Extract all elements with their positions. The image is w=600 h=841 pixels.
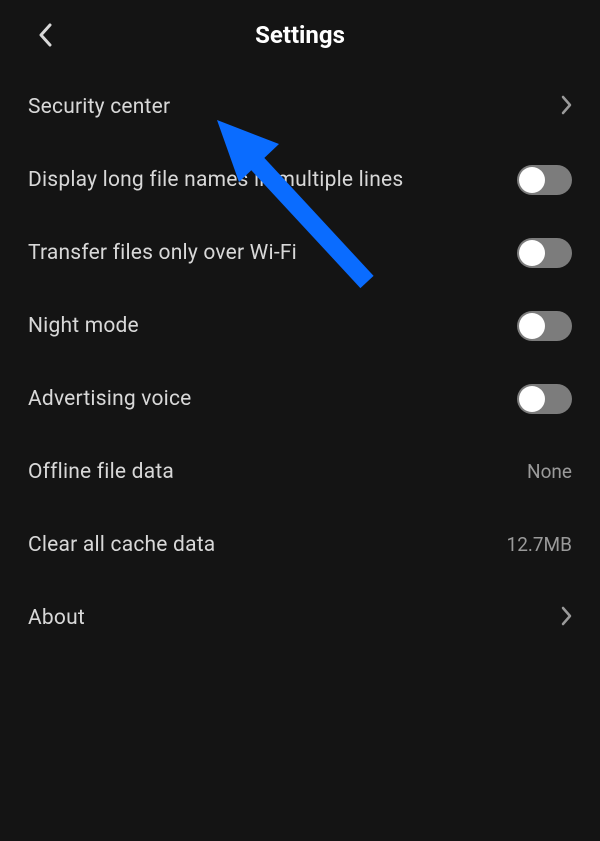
- toggle-display-long[interactable]: [517, 165, 572, 195]
- chevron-right-icon: [561, 606, 572, 630]
- settings-list: Security center Display long file names …: [0, 70, 600, 654]
- row-label: Transfer files only over Wi-Fi: [28, 241, 297, 265]
- back-button[interactable]: [30, 20, 60, 50]
- toggle-knob: [519, 386, 545, 412]
- row-value: 12.7MB: [507, 533, 572, 556]
- header: Settings: [0, 0, 600, 70]
- row-label: Display long file names in multiple line…: [28, 168, 403, 192]
- row-label: Night mode: [28, 314, 139, 338]
- row-value: None: [527, 460, 572, 483]
- row-label: About: [28, 606, 85, 630]
- toggle-wifi-only[interactable]: [517, 238, 572, 268]
- row-label: Offline file data: [28, 460, 174, 484]
- row-label: Advertising voice: [28, 387, 192, 411]
- toggle-knob: [519, 167, 545, 193]
- toggle-night-mode[interactable]: [517, 311, 572, 341]
- row-label: Clear all cache data: [28, 533, 215, 557]
- row-advertising-voice[interactable]: Advertising voice: [28, 362, 572, 435]
- row-display-long-file-names[interactable]: Display long file names in multiple line…: [28, 143, 572, 216]
- row-label: Security center: [28, 95, 170, 119]
- row-clear-cache[interactable]: Clear all cache data 12.7MB: [28, 508, 572, 581]
- toggle-advertising-voice[interactable]: [517, 384, 572, 414]
- row-about[interactable]: About: [28, 581, 572, 654]
- row-offline-file-data[interactable]: Offline file data None: [28, 435, 572, 508]
- back-icon: [38, 23, 52, 47]
- page-title: Settings: [255, 21, 345, 49]
- row-night-mode[interactable]: Night mode: [28, 289, 572, 362]
- toggle-knob: [519, 240, 545, 266]
- row-transfer-wifi[interactable]: Transfer files only over Wi-Fi: [28, 216, 572, 289]
- row-security-center[interactable]: Security center: [28, 70, 572, 143]
- toggle-knob: [519, 313, 545, 339]
- chevron-right-icon: [561, 95, 572, 119]
